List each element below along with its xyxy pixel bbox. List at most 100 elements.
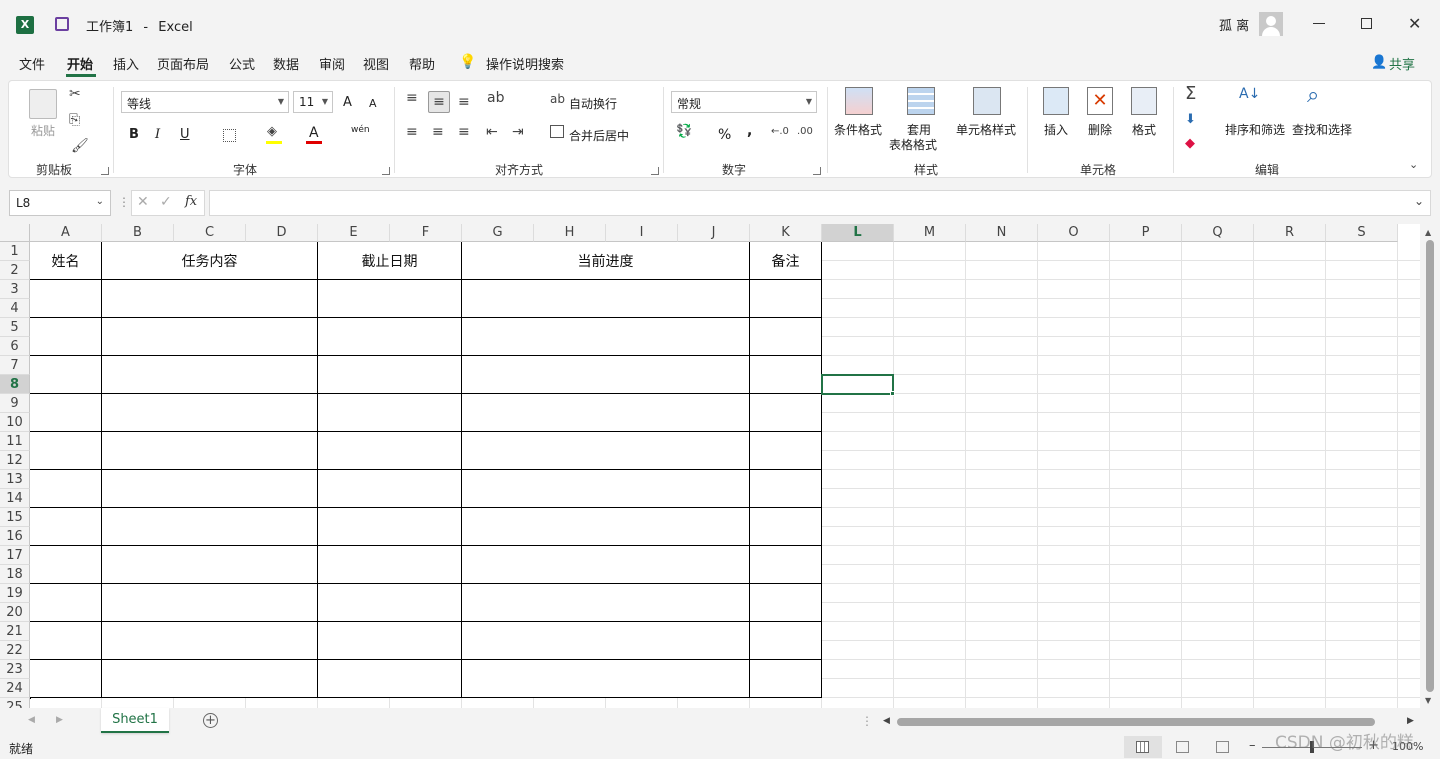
align-right-icon[interactable]: ≡ [458,125,470,139]
table-cell[interactable] [750,546,822,584]
shrink-font-button[interactable]: A [369,97,377,110]
table-cell[interactable] [102,584,318,622]
conditional-formatting-button[interactable]: 条件格式 [834,121,882,138]
formula-input[interactable] [209,190,1431,216]
table-cell[interactable] [102,470,318,508]
table-cell[interactable] [318,432,462,470]
row-header-2[interactable]: 2 [0,261,30,280]
row-header-9[interactable]: 9 [0,394,30,413]
user-name[interactable]: 孤 离 [1219,15,1249,34]
table-cell[interactable] [102,432,318,470]
avatar[interactable] [1259,12,1283,36]
row-header-17[interactable]: 17 [0,546,30,565]
column-header-p[interactable]: P [1110,224,1182,242]
table-cell[interactable] [750,318,822,356]
table-cell[interactable] [318,508,462,546]
table-cell[interactable] [30,470,102,508]
align-top-icon[interactable]: ≡ [406,91,418,105]
menu-formulas[interactable]: 公式 [229,54,255,73]
grow-font-button[interactable]: A [343,95,352,110]
hscroll-right-icon[interactable]: ▶ [1407,716,1414,726]
column-header-q[interactable]: Q [1182,224,1254,242]
close-button[interactable]: ✕ [1408,14,1421,33]
table-cell[interactable] [462,318,750,356]
row-header-5[interactable]: 5 [0,318,30,337]
table-header-cell[interactable]: 备注 [750,242,822,280]
table-cell[interactable] [102,622,318,660]
column-header-n[interactable]: N [966,224,1038,242]
table-cell[interactable] [102,508,318,546]
minimize-button[interactable] [1313,23,1325,24]
font-launcher-icon[interactable] [382,167,390,175]
table-cell[interactable] [102,546,318,584]
selected-cell[interactable] [821,374,894,395]
table-cell[interactable] [750,660,822,698]
table-cell[interactable] [462,546,750,584]
table-cell[interactable] [318,622,462,660]
fill-icon[interactable]: ⬇ [1185,113,1196,126]
row-header-22[interactable]: 22 [0,641,30,660]
column-header-a[interactable]: A [30,224,102,242]
save-icon[interactable] [55,17,69,31]
column-header-i[interactable]: I [606,224,678,242]
scroll-down-icon[interactable]: ▼ [1425,696,1431,705]
table-cell[interactable] [462,394,750,432]
vertical-scroll-thumb[interactable] [1426,240,1434,692]
table-cell[interactable] [750,470,822,508]
menu-home[interactable]: 开始 [67,54,93,73]
orientation-icon[interactable]: ab [487,91,504,105]
menu-insert[interactable]: 插入 [113,54,139,73]
row-header-20[interactable]: 20 [0,603,30,622]
page-break-view-icon[interactable] [1216,741,1229,753]
menu-review[interactable]: 审阅 [319,54,345,73]
enter-icon[interactable]: ✓ [160,194,172,210]
format-cells-button[interactable]: 格式 [1132,121,1156,138]
table-cell[interactable] [750,394,822,432]
scroll-left-icon[interactable]: ◀ [28,715,35,725]
merge-center-button[interactable]: 合并后居中 [569,127,629,144]
align-center-icon[interactable]: ≡ [432,125,444,139]
decrease-decimal-icon[interactable]: .00 [797,127,813,137]
format-as-table-line2[interactable]: 表格格式 [889,136,937,153]
column-header-j[interactable]: J [678,224,750,242]
tab-split-handle[interactable]: ⋮ [861,714,873,728]
table-cell[interactable] [30,508,102,546]
align-middle-icon[interactable]: ≡ [428,91,450,113]
table-cell[interactable] [750,356,822,394]
column-header-c[interactable]: C [174,224,246,242]
table-cell[interactable] [102,394,318,432]
table-cell[interactable] [318,280,462,318]
row-header-14[interactable]: 14 [0,489,30,508]
row-header-8[interactable]: 8 [0,375,30,394]
table-cell[interactable] [318,356,462,394]
table-cell[interactable] [462,432,750,470]
table-cell[interactable] [318,546,462,584]
italic-button[interactable]: I [155,127,160,142]
row-header-25[interactable]: 25 [0,698,30,708]
table-cell[interactable] [30,356,102,394]
column-header-o[interactable]: O [1038,224,1110,242]
menu-file[interactable]: 文件 [19,54,45,73]
row-header-19[interactable]: 19 [0,584,30,603]
select-all-corner[interactable] [0,224,30,242]
fill-color-icon[interactable]: ◈ [267,125,277,138]
decrease-indent-icon[interactable]: ⇤ [486,125,498,139]
table-cell[interactable] [318,394,462,432]
format-painter-icon[interactable]: 🖌 [71,139,89,153]
table-cell[interactable] [30,660,102,698]
row-header-18[interactable]: 18 [0,565,30,584]
column-header-s[interactable]: S [1326,224,1398,242]
column-header-l[interactable]: L [822,224,894,242]
percent-button[interactable]: % [718,127,731,143]
wrap-text-button[interactable]: 自动换行 [569,95,617,112]
column-header-b[interactable]: B [102,224,174,242]
table-cell[interactable] [462,508,750,546]
table-cell[interactable] [102,660,318,698]
table-cell[interactable] [30,622,102,660]
table-cell[interactable] [30,318,102,356]
name-box[interactable]: L8 ⌄ [9,190,111,216]
column-header-g[interactable]: G [462,224,534,242]
table-cell[interactable] [30,432,102,470]
column-header-m[interactable]: M [894,224,966,242]
scroll-right-icon[interactable]: ▶ [56,715,63,725]
